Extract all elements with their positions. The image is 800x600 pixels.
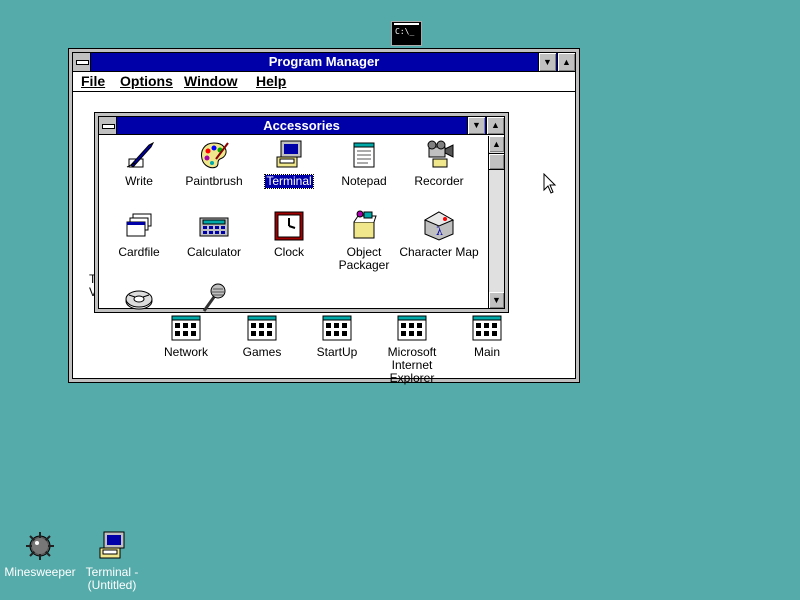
- calculator-icon: [199, 217, 229, 237]
- accessory-item[interactable]: Paintbrush: [174, 139, 254, 188]
- minimize-button[interactable]: ▼: [538, 53, 556, 71]
- desktop-icon-label: Minesweeper: [4, 565, 76, 579]
- program-group-item[interactable]: Network: [146, 314, 226, 359]
- desktop-icon-minesweeper[interactable]: Minesweeper: [0, 530, 80, 579]
- program-group-icon: [397, 315, 427, 341]
- mouse-cursor-icon: [543, 173, 557, 194]
- accessories-titlebar[interactable]: Accessories ▼ ▲: [99, 117, 504, 135]
- program-group-item[interactable]: Games: [222, 314, 302, 359]
- program-group-item[interactable]: StartUp: [297, 314, 377, 359]
- accessory-label: Object Packager: [338, 245, 390, 272]
- accessories-window: Accessories ▼ ▲ ▲ ▼ Write Paintbrush Termi…: [94, 112, 509, 313]
- accessories-maximize-button[interactable]: ▲: [486, 117, 504, 134]
- accessories-minimize-button[interactable]: ▼: [467, 117, 485, 134]
- system-menu-button[interactable]: [73, 53, 91, 71]
- accessory-label: Write: [125, 174, 153, 188]
- accessory-label: Notepad: [341, 174, 387, 188]
- menu-options[interactable]: Options: [120, 73, 173, 89]
- accessories-title: Accessories: [263, 118, 340, 133]
- accessory-item[interactable]: Recorder: [399, 139, 479, 188]
- menu-help[interactable]: Help: [256, 73, 286, 89]
- scroll-thumb[interactable]: [489, 153, 504, 170]
- accessory-item[interactable]: λ Character Map: [394, 210, 484, 259]
- accessory-item[interactable]: [99, 281, 179, 317]
- terminal-icon: [99, 531, 125, 559]
- scroll-down-arrow[interactable]: ▼: [489, 292, 504, 308]
- program-manager-title: Program Manager: [268, 54, 380, 69]
- accessory-item[interactable]: Terminal: [249, 139, 329, 189]
- menu-file[interactable]: File: [81, 73, 105, 89]
- palette-icon: [201, 142, 229, 169]
- program-group-label: Games: [242, 345, 282, 359]
- program-manager-titlebar[interactable]: Program Manager ▼ ▲: [73, 53, 575, 72]
- program-group-label: Main: [473, 345, 500, 359]
- program-group-label: Microsoft Internet Explorer: [387, 345, 437, 385]
- program-group-label: Network: [163, 345, 208, 359]
- minesweeper-icon: [26, 532, 54, 560]
- charmap-icon: λ: [423, 211, 455, 241]
- menu-window[interactable]: Window: [184, 73, 238, 89]
- accessory-item[interactable]: [174, 281, 254, 317]
- packager-icon: [353, 210, 377, 239]
- accessory-label: Character Map: [399, 245, 479, 259]
- program-group-icon: [322, 315, 352, 341]
- maximize-button[interactable]: ▲: [557, 53, 575, 71]
- program-group-icon: [171, 315, 201, 341]
- svg-text:λ: λ: [436, 225, 443, 238]
- accessory-label: Paintbrush: [185, 174, 243, 188]
- program-group-icon: [247, 315, 277, 341]
- program-group-label: StartUp: [316, 345, 358, 359]
- accessory-item[interactable]: Object Packager: [324, 210, 404, 272]
- accessory-item[interactable]: Clock: [249, 210, 329, 259]
- media-player-icon: [125, 290, 153, 310]
- accessories-system-menu-button[interactable]: [99, 117, 117, 134]
- program-group-item[interactable]: Microsoft Internet Explorer: [372, 314, 452, 385]
- accessory-label: Terminal: [264, 174, 314, 189]
- accessory-label: Clock: [273, 245, 304, 259]
- scroll-up-arrow[interactable]: ▲: [489, 136, 504, 152]
- accessories-vertical-scrollbar[interactable]: ▲ ▼: [488, 136, 504, 308]
- accessory-label: Cardfile: [118, 245, 160, 259]
- write-pen-icon: [126, 141, 155, 168]
- notepad-icon: [353, 142, 375, 168]
- program-group-icon: [472, 315, 502, 341]
- terminal-icon: [276, 140, 302, 168]
- dos-prompt-text: C:\_: [395, 27, 415, 36]
- accessory-item[interactable]: Cardfile: [99, 210, 179, 259]
- program-group-item[interactable]: Main: [447, 314, 527, 359]
- sound-recorder-microphone-icon: [202, 283, 226, 312]
- desktop-icon-label: Terminal - (Untitled): [85, 565, 139, 592]
- desktop-icon-terminal[interactable]: Terminal - (Untitled): [72, 530, 152, 592]
- accessory-item[interactable]: Write: [99, 139, 179, 188]
- desktop: C:\_ Program Manager ▼ ▲ File Options Wi…: [0, 0, 800, 600]
- dos-prompt-icon[interactable]: C:\_: [391, 21, 422, 46]
- clock-icon: [274, 211, 304, 241]
- recorder-icon: [427, 140, 454, 168]
- program-manager-menubar: File Options Window Help: [73, 72, 575, 92]
- accessory-label: Recorder: [414, 174, 464, 188]
- accessory-label: Calculator: [186, 245, 242, 259]
- cardfile-icon: [126, 213, 152, 237]
- accessory-item[interactable]: Notepad: [324, 139, 404, 188]
- accessory-item[interactable]: Calculator: [174, 210, 254, 259]
